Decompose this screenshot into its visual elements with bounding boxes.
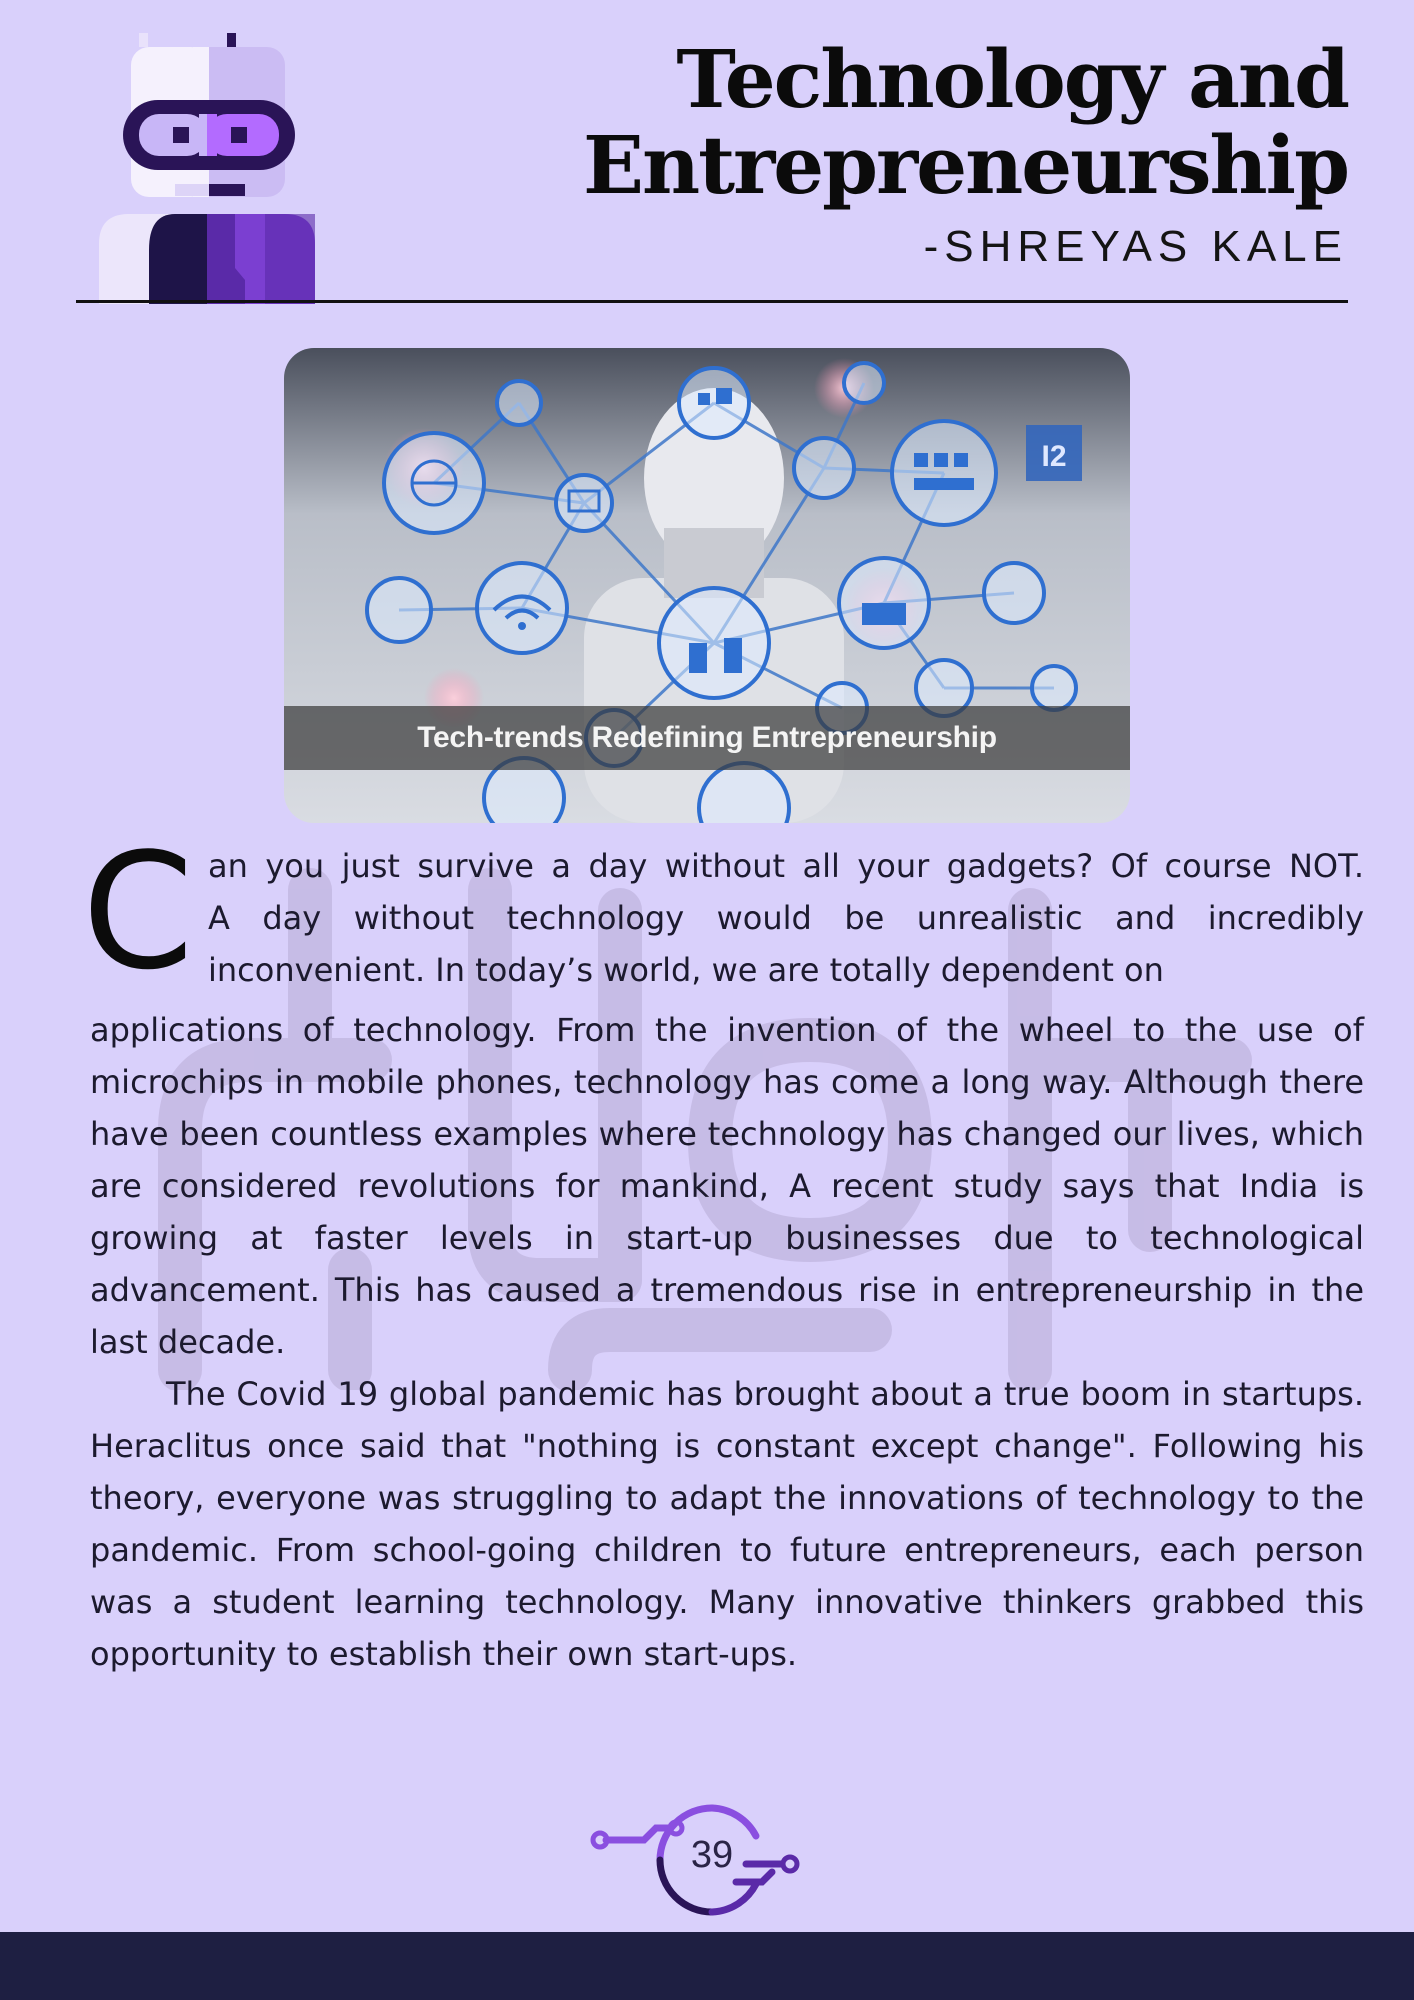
header-divider: [76, 300, 1348, 303]
intro-line-2: A day without technology would be unreal…: [208, 899, 1364, 937]
article-body: applications of technology. From the inv…: [90, 1004, 1364, 1680]
intro-lines: an you just survive a day without all yo…: [208, 840, 1364, 996]
hero-badge-text: I2: [1041, 440, 1066, 473]
page-number: 39: [690, 1834, 734, 1876]
author-byline: -SHREYAS KALE: [923, 222, 1348, 271]
page-title: Technology and Entrepreneurship: [582, 32, 1350, 212]
footer-bar: [0, 1932, 1414, 2000]
page-number-ornament: 39: [586, 1800, 826, 1920]
hero-caption: Tech-trends Redefining Entrepreneurship: [284, 706, 1130, 770]
title-line-1: Technology and: [676, 32, 1350, 126]
drop-cap: C: [82, 818, 194, 1005]
paragraph-2: The Covid 19 global pandemic has brought…: [90, 1375, 1364, 1673]
title-line-2: Entrepreneurship: [582, 118, 1350, 212]
hero-image: I2 Tech-trends Redefining Entrepreneursh…: [284, 348, 1130, 823]
paragraph-1: applications of technology. From the inv…: [90, 1011, 1364, 1361]
intro-line-3: inconvenient. In today’s world, we are t…: [208, 951, 1164, 989]
robot-logo-icon: [99, 33, 315, 304]
intro-line-1: an you just survive a day without all yo…: [208, 847, 1364, 885]
